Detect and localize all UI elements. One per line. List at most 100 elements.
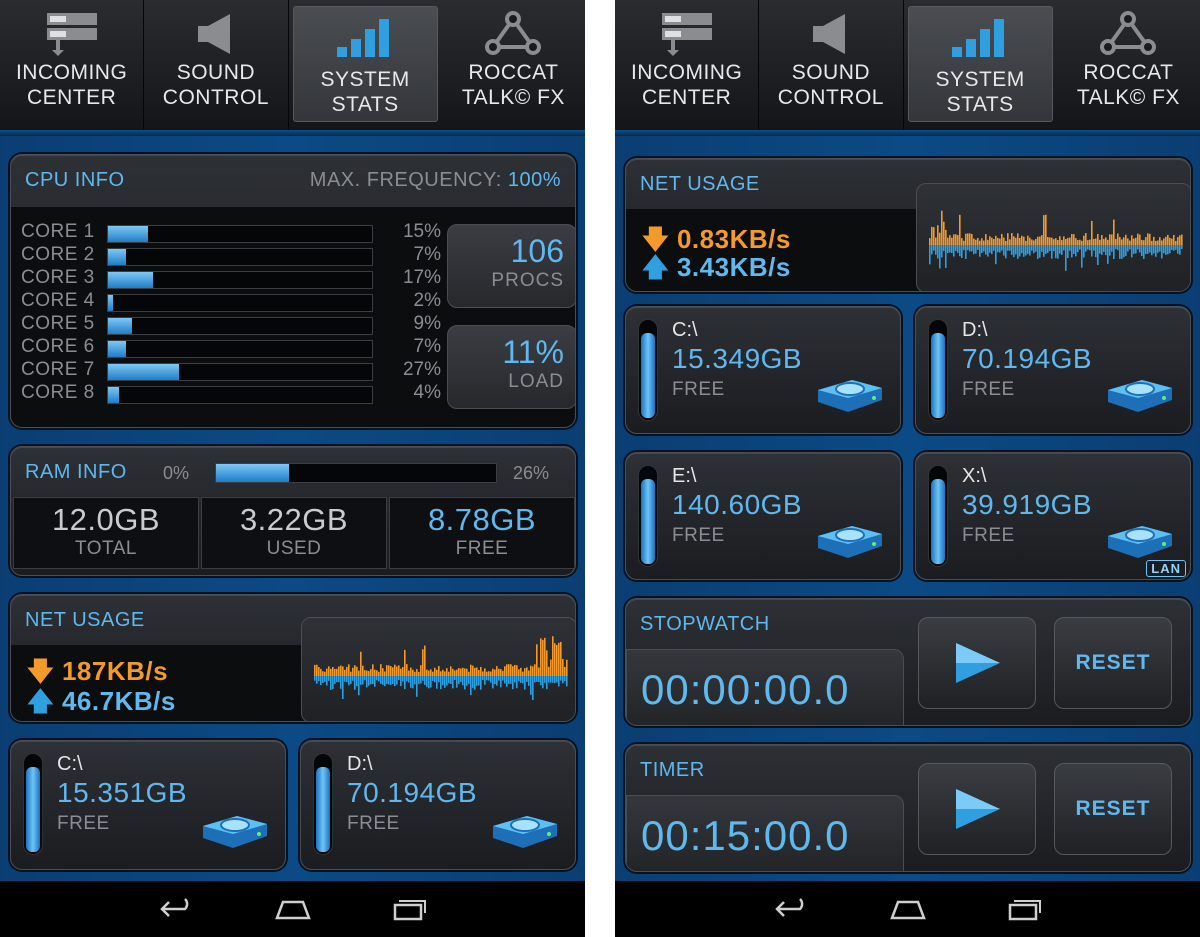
download-graph-bar — [486, 671, 488, 676]
download-graph-bar — [502, 670, 504, 676]
download-graph-bar — [1135, 237, 1137, 245]
stopwatch-reset-button[interactable]: RESET — [1054, 617, 1172, 709]
upload-graph-bar — [452, 676, 454, 689]
drive-level-meter — [638, 319, 658, 421]
drive-free-size: 70.194GB — [347, 777, 478, 808]
upload-graph-bar — [1043, 245, 1045, 257]
upload-graph-bar — [378, 676, 380, 682]
upload-graph-bar — [1067, 245, 1069, 258]
upload-graph-bar — [1051, 245, 1053, 259]
upload-graph-bar — [1065, 245, 1067, 271]
upload-graph-bar — [314, 676, 316, 681]
recent-apps-icon[interactable] — [387, 894, 431, 924]
download-graph-bar — [330, 668, 332, 676]
drive-tile-c[interactable]: C:\ 15.349GB FREE — [625, 306, 901, 434]
download-graph-bar — [378, 671, 380, 676]
download-graph-bar — [470, 664, 472, 676]
download-graph-bar — [412, 669, 414, 676]
upload-arrow-icon: 🡅 — [27, 686, 55, 716]
upload-graph-bar — [316, 676, 318, 684]
net-graph-svg — [314, 636, 568, 701]
tab-label-line2: CENTER — [641, 86, 732, 109]
upload-graph-bar — [404, 676, 406, 690]
download-graph-bar — [522, 671, 524, 676]
timer-reset-button[interactable]: RESET — [1054, 763, 1172, 855]
download-graph-bar — [460, 668, 462, 676]
upload-graph-bar — [1111, 245, 1113, 252]
upload-graph-bar — [334, 676, 336, 684]
download-graph-bar — [506, 664, 508, 676]
upload-graph-bar — [464, 676, 466, 690]
download-graph-bar — [372, 664, 374, 676]
timer-play-button[interactable] — [918, 763, 1036, 855]
upload-graph-bar — [931, 245, 933, 255]
download-graph-bar — [328, 666, 330, 676]
download-graph-bar — [1157, 240, 1159, 245]
tab-system-stats[interactable]: SYSTEM STATS — [292, 6, 438, 122]
drive-tile-d[interactable]: D:\ 70.194GB FREE — [300, 740, 576, 870]
tab-incoming-center[interactable]: INCOMING CENTER — [0, 0, 145, 130]
stopwatch-play-button[interactable] — [918, 617, 1036, 709]
tab-system-stats[interactable]: SYSTEM STATS — [907, 6, 1053, 122]
drive-tile-d[interactable]: D:\ 70.194GB FREE — [915, 306, 1191, 434]
upload-graph-bar — [1157, 245, 1159, 253]
download-graph-bar — [961, 238, 963, 245]
upload-graph-bar — [1007, 245, 1009, 251]
drive-level-meter — [313, 753, 333, 855]
download-graph-bar — [1007, 233, 1009, 245]
home-icon[interactable] — [271, 894, 315, 924]
core-name: CORE 7 — [21, 359, 95, 380]
download-graph-bar — [1037, 236, 1039, 245]
upload-graph-bar — [941, 245, 943, 258]
download-graph-bar — [1059, 236, 1061, 245]
download-graph-bar — [985, 234, 987, 245]
back-icon[interactable] — [155, 894, 199, 924]
upload-graph-bar — [1015, 245, 1017, 255]
core-usage-fill — [108, 249, 127, 265]
upload-graph-bar — [510, 676, 512, 684]
upload-graph-bar — [556, 676, 558, 683]
upload-graph-bar — [480, 676, 482, 690]
tab-sound-control[interactable]: SOUND CONTROL — [144, 0, 289, 130]
drive-tile-e[interactable]: E:\ 140.60GB FREE — [625, 452, 901, 580]
download-graph-bar — [534, 664, 536, 676]
tab-sound-control[interactable]: SOUND CONTROL — [759, 0, 904, 130]
upload-graph-bar — [1181, 245, 1183, 250]
upload-graph-bar — [478, 676, 480, 686]
upload-graph-bar — [408, 676, 410, 683]
net-usage-title: NET USAGE — [640, 173, 760, 195]
download-graph-bar — [1119, 236, 1121, 245]
upload-graph-bar — [1045, 245, 1047, 254]
download-graph-bar — [1071, 234, 1073, 245]
back-icon[interactable] — [770, 894, 814, 924]
download-graph-bar — [1125, 234, 1127, 245]
upload-graph-bar — [394, 676, 396, 687]
tab-roccat-talk-fx[interactable]: ROCCAT TALK© FX — [442, 0, 585, 130]
home-icon[interactable] — [886, 894, 930, 924]
core-usage-bar — [107, 317, 373, 335]
cpu-core-row: CORE 4 2% — [21, 290, 441, 313]
upload-graph-bar — [554, 676, 556, 683]
upload-graph-bar — [516, 676, 518, 689]
download-graph-bar — [1027, 235, 1029, 245]
download-graph-bar — [516, 665, 518, 676]
download-graph-bar — [322, 671, 324, 676]
upload-graph-bar — [947, 245, 949, 254]
download-graph-bar — [560, 641, 562, 676]
drive-level-fill — [26, 767, 40, 852]
lan-badge: LAN — [1146, 560, 1186, 577]
upload-graph-bar — [472, 676, 474, 688]
android-nav-bar — [0, 881, 585, 937]
upload-graph-bar — [1143, 245, 1145, 259]
tab-incoming-center[interactable]: INCOMING CENTER — [615, 0, 760, 130]
download-graph-bar — [1017, 233, 1019, 245]
recent-apps-icon[interactable] — [1002, 894, 1046, 924]
max-frequency-value: 100% — [507, 169, 561, 191]
tab-label-line2: CONTROL — [162, 86, 269, 109]
network-nodes-icon — [1098, 0, 1158, 60]
drive-tile-x[interactable]: X:\ 39.919GB FREE LAN — [915, 452, 1191, 580]
drive-tile-c[interactable]: C:\ 15.351GB FREE — [10, 740, 286, 870]
download-graph-bar — [1029, 237, 1031, 245]
tab-roccat-talk-fx[interactable]: ROCCAT TALK© FX — [1057, 0, 1200, 130]
upload-graph-bar — [418, 676, 420, 685]
